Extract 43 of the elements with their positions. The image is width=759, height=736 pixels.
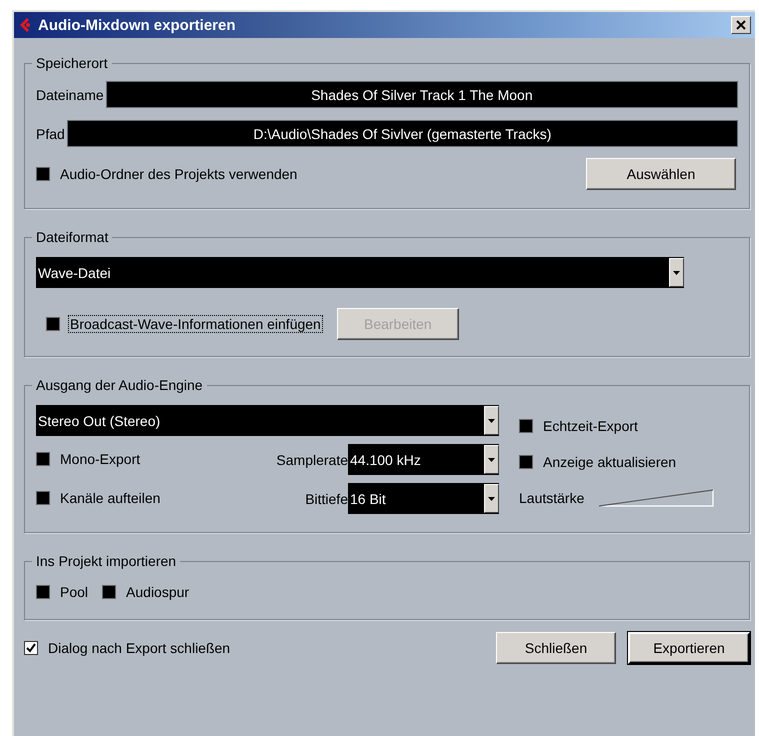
- input-field[interactable]: D:\Audio\Shades Of Sivlver (gemasterte Tracks): [66, 120, 738, 147]
- dialog-button[interactable]: Exportieren: [628, 632, 750, 664]
- checkbox[interactable]: [46, 317, 60, 331]
- caret-icon: [669, 258, 684, 287]
- checkbox[interactable]: [24, 641, 38, 655]
- checkbox-label: Echtzeit-Export: [542, 417, 639, 435]
- checkbox[interactable]: [36, 167, 50, 181]
- volume-label: Lautstärke: [519, 490, 584, 506]
- checkbox[interactable]: [519, 455, 533, 469]
- group-title: Dateiformat: [35, 229, 110, 245]
- checkbox-label: Dialog nach Export schließen: [47, 639, 232, 657]
- caret-icon: [484, 445, 499, 474]
- checkbox[interactable]: [36, 491, 50, 505]
- checkbox-label: Mono-Export: [59, 450, 142, 468]
- field-label: Bittiefe: [305, 490, 348, 506]
- input-field[interactable]: Shades Of Silver Track 1 The Moon: [106, 81, 738, 108]
- close-button[interactable]: [731, 16, 751, 34]
- field-label: Dateiname: [36, 86, 104, 102]
- caret-icon: [484, 406, 499, 435]
- choose-button[interactable]: Auswählen: [586, 158, 736, 190]
- checkbox-label: Broadcast-Wave-Informationen einfügen: [68, 315, 323, 333]
- checkbox-label: Anzeige aktualisieren: [542, 453, 678, 471]
- close-icon: [736, 20, 746, 30]
- field-label: Samplerate: [276, 452, 348, 468]
- checkbox-label: Audiospur: [125, 583, 190, 601]
- window-title: Audio-Mixdown exportieren: [38, 16, 237, 34]
- dropdown[interactable]: 16 Bit: [348, 483, 499, 514]
- dropdown[interactable]: Stereo Out (Stereo): [36, 405, 499, 436]
- checkbox[interactable]: [102, 585, 116, 599]
- checkbox-label: Pool: [59, 583, 90, 601]
- group-title: Speicherort: [35, 55, 109, 71]
- dropdown[interactable]: 44.100 kHz: [348, 444, 499, 475]
- group-title: Ins Projekt importieren: [35, 553, 178, 569]
- caret-icon: [484, 484, 499, 513]
- dialog-button[interactable]: Schließen: [496, 632, 616, 664]
- checkbox[interactable]: [36, 585, 50, 599]
- field-label: Pfad: [36, 126, 65, 142]
- checkbox-label: Kanäle aufteilen: [59, 489, 162, 507]
- checkbox[interactable]: [519, 419, 533, 433]
- checkbox[interactable]: [36, 452, 50, 466]
- checkbox-label: Audio-Ordner des Projekts verwenden: [59, 165, 298, 183]
- dropdown[interactable]: Wave-Datei: [36, 257, 684, 288]
- group-title: Ausgang der Audio-Engine: [35, 377, 204, 393]
